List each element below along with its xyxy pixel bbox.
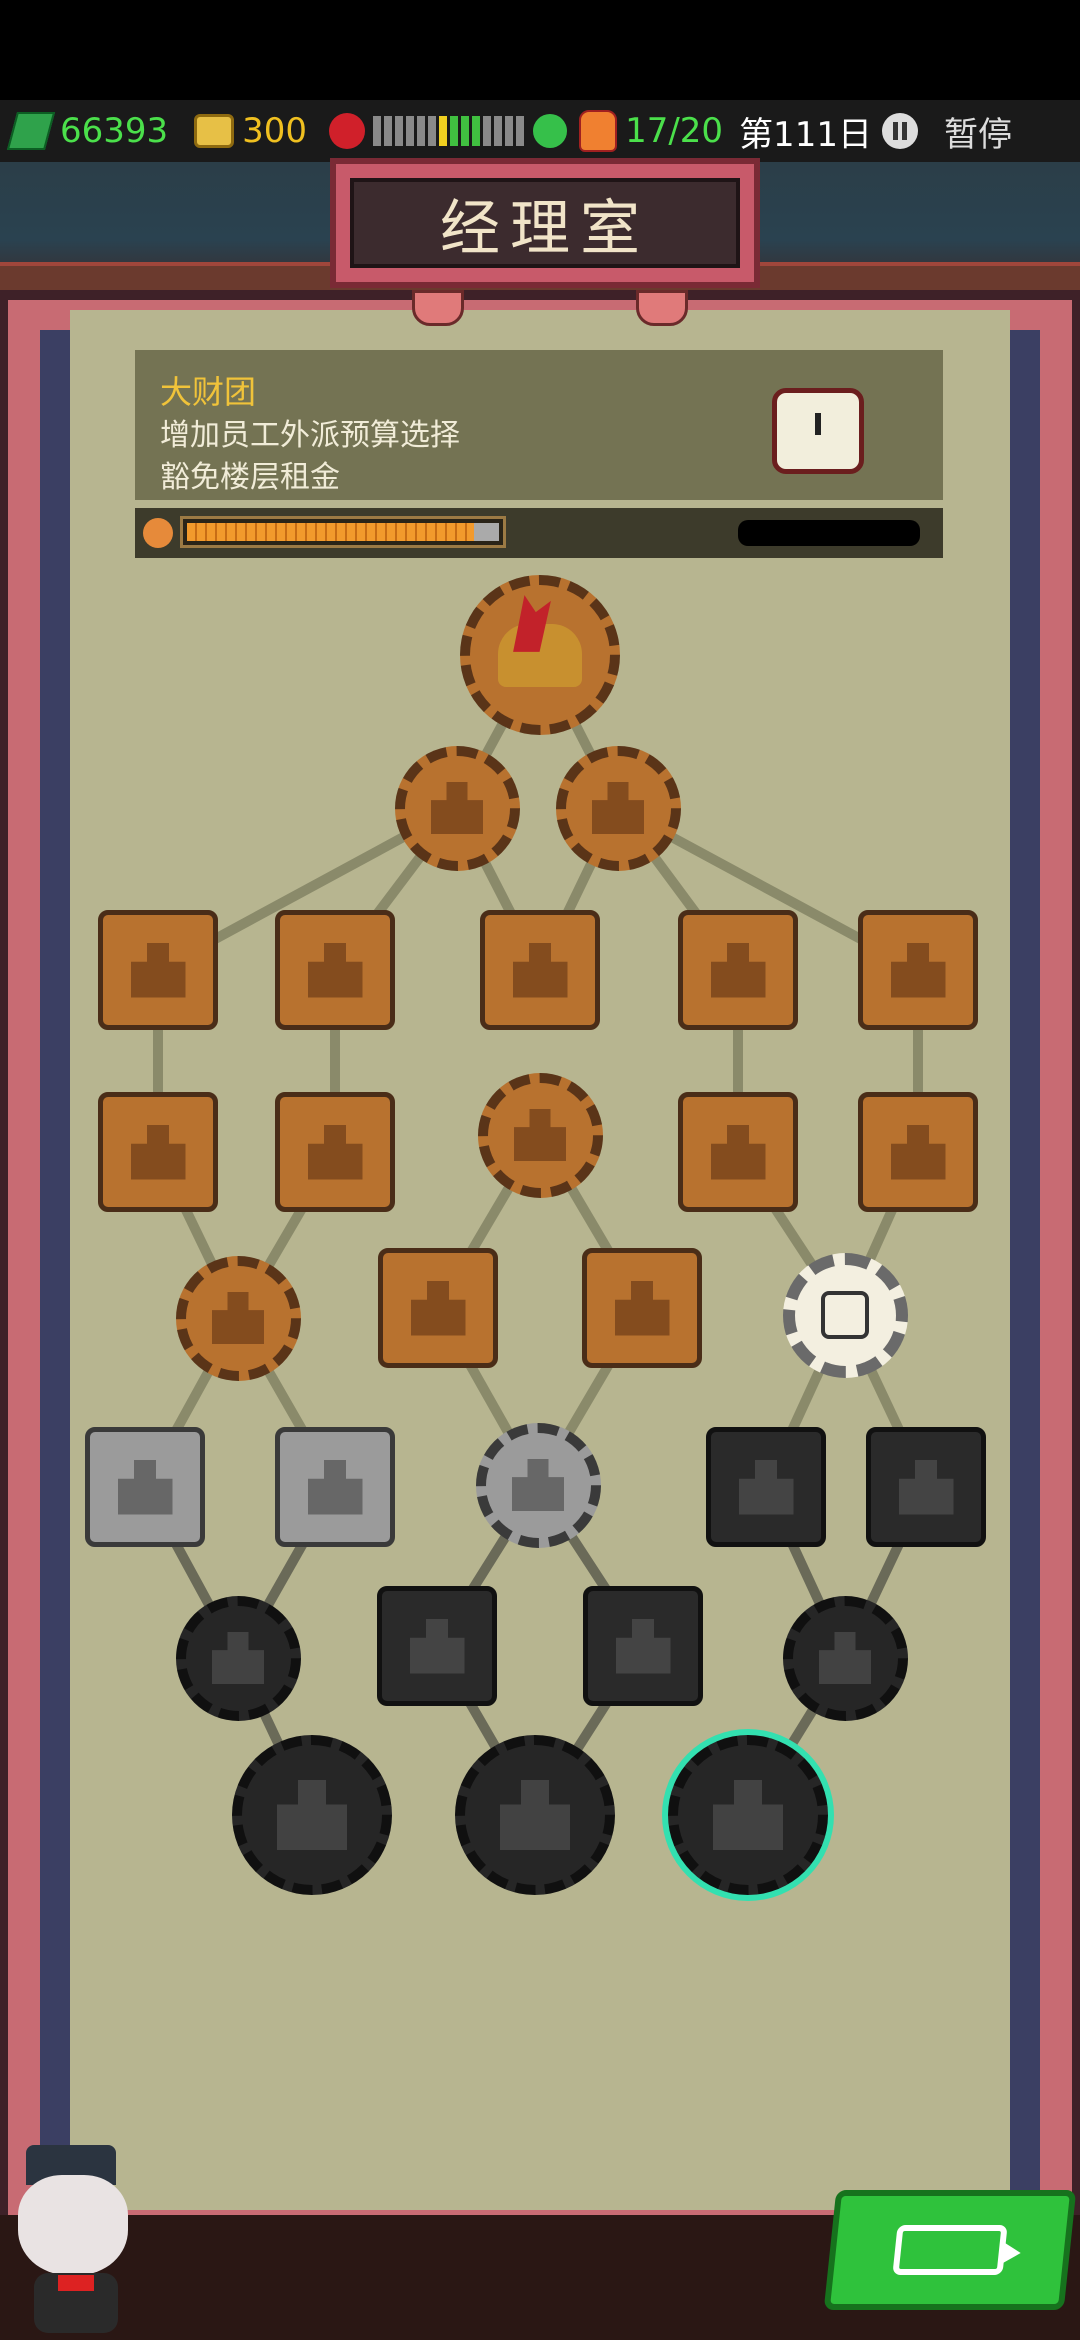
skill-node-skeleton-group[interactable] [678, 1092, 798, 1212]
skill-node-skeleton-bench[interactable] [85, 1427, 205, 1547]
back-arrow-icon[interactable] [892, 2225, 1008, 2275]
skill-node-skeleton-family[interactable] [582, 1248, 702, 1368]
skull-circle-icon [307, 1459, 363, 1515]
handshake-icon [500, 1780, 570, 1850]
skeleton-crowd-icon [511, 1458, 565, 1512]
flag-icon [615, 1618, 671, 1674]
skill-node-skeleton-crowd[interactable] [475, 1422, 601, 1548]
skill-node-diamond-tile[interactable] [858, 1092, 978, 1212]
skill-node-target-cross[interactable] [98, 1092, 218, 1212]
clock-icon [820, 1290, 870, 1340]
diamond-tile-icon [890, 1124, 946, 1180]
skill-node-skeleton-throne[interactable] [98, 910, 218, 1030]
cake-icon [430, 781, 484, 835]
skill-node-skeleton-trio[interactable] [378, 1248, 498, 1368]
skill-node-skeleton-heart[interactable] [678, 910, 798, 1030]
rooster-icon [498, 623, 582, 687]
skill-node-clock[interactable] [782, 1252, 908, 1378]
diamond-hand-icon [513, 1108, 567, 1162]
skill-node-skeleton-pedestal[interactable] [275, 910, 395, 1030]
skill-node-rooster[interactable] [460, 575, 620, 735]
target-cross-icon [130, 1124, 186, 1180]
skill-node-rifle[interactable] [866, 1427, 986, 1547]
bench-icon [307, 1124, 363, 1180]
rifle-icon [898, 1459, 954, 1515]
skill-node-lips[interactable] [377, 1586, 497, 1706]
skill-node-cake[interactable] [394, 745, 520, 871]
cycle-arrows-icon [818, 1631, 872, 1685]
skill-node-skeleton-desk[interactable] [480, 910, 600, 1030]
skill-node-handshake[interactable] [455, 1735, 615, 1895]
brick-wall-icon [591, 781, 645, 835]
skill-node-flag[interactable] [583, 1586, 703, 1706]
skill-node-pillar[interactable] [668, 1735, 828, 1895]
skill-node-diamond-hand[interactable] [477, 1072, 603, 1198]
skeleton-bench-icon [117, 1459, 173, 1515]
skill-node-wrench[interactable] [175, 1595, 301, 1721]
cat-manager-icon [4, 2135, 144, 2340]
skeleton-counter-icon [890, 942, 946, 998]
skill-node-cycle-arrows[interactable] [782, 1595, 908, 1721]
skeleton-desk-icon [512, 942, 568, 998]
skill-node-brick-wall[interactable] [555, 745, 681, 871]
skill-node-bench[interactable] [275, 1092, 395, 1212]
skill-node-skeleton-counter[interactable] [858, 910, 978, 1030]
pillar-icon [713, 1780, 783, 1850]
signpost-icon [738, 1459, 794, 1515]
skeleton-trio-icon [410, 1280, 466, 1336]
sword-icon [211, 1291, 265, 1345]
lips-icon [409, 1618, 465, 1674]
skill-node-sword[interactable] [175, 1255, 301, 1381]
skeleton-throne-icon [130, 942, 186, 998]
skeleton-family-icon [614, 1280, 670, 1336]
tools-robot-icon [277, 1780, 347, 1850]
wrench-icon [211, 1631, 265, 1685]
skeleton-heart-icon [710, 942, 766, 998]
skeleton-group-icon [710, 1124, 766, 1180]
skill-node-skull-circle[interactable] [275, 1427, 395, 1547]
skeleton-pedestal-icon [307, 942, 363, 998]
back-button[interactable] [823, 2190, 1077, 2310]
skill-node-signpost[interactable] [706, 1427, 826, 1547]
skill-node-tools-robot[interactable] [232, 1735, 392, 1895]
